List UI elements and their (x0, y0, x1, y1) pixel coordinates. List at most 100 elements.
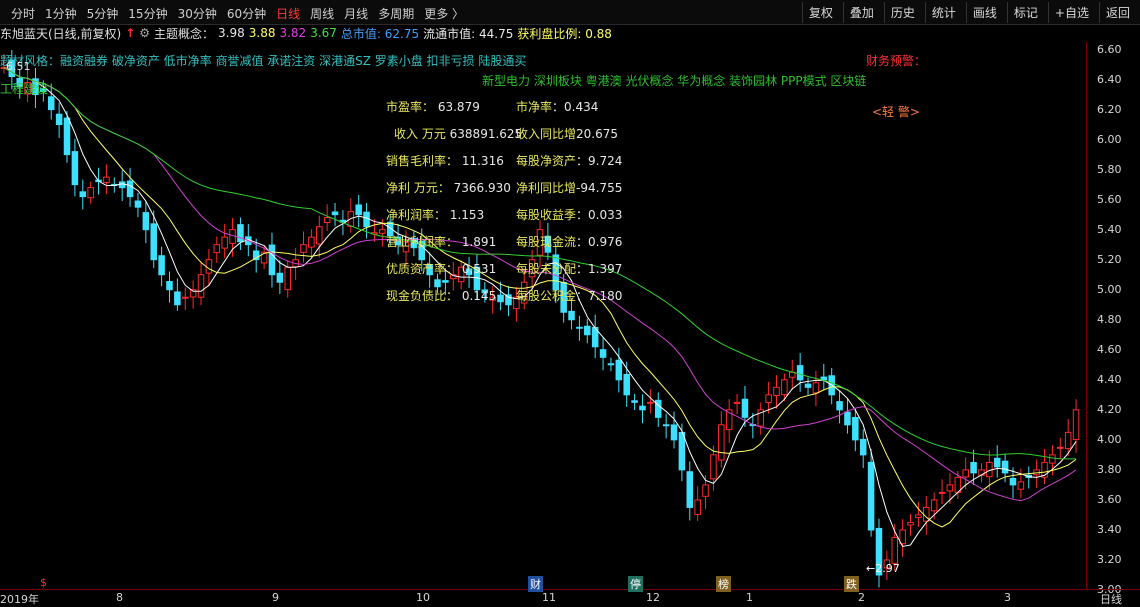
tab-2[interactable]: 5分钟 (82, 3, 124, 24)
fund-val-1: 7366.930 (453, 181, 511, 195)
fund-row-4-b: 每股收益季：0.033 (516, 206, 622, 223)
fund-key-2: 市净率 (516, 100, 553, 114)
candle-body (284, 266, 291, 291)
fund-row-3: 净利 万元： 7366.930 (386, 179, 511, 196)
stock-title[interactable]: 东旭蓝天(日线,前复权) (0, 25, 121, 42)
settings-icon[interactable]: ⚙ (139, 26, 150, 40)
candle-body (71, 151, 79, 186)
candle-body (300, 244, 307, 253)
candle-body (930, 499, 938, 512)
tab-6[interactable]: 日线 (271, 3, 305, 24)
candle-body (993, 457, 1001, 468)
tool-button-5[interactable]: 标记 (1006, 2, 1044, 23)
period-toolbar: 分时 1分钟 5分钟 15分钟 30分钟 60分钟 日线 周线 月线 多周期 更多 〉 复权 叠加 历史… (0, 0, 1140, 25)
candle-body (781, 379, 788, 396)
tab-7[interactable]: 周线 (305, 3, 339, 24)
fund-val-2: ：9.724 (576, 154, 623, 168)
fund-val-2: 20.675 (576, 127, 619, 141)
price-tick: 6.20 (1097, 102, 1122, 116)
candle-body (844, 411, 851, 426)
time-tick: 8 (116, 591, 123, 604)
value-4: 3.67 (310, 26, 337, 40)
tab-10[interactable]: 更多 〉 (419, 3, 469, 24)
tool-button-6[interactable]: +自选 (1047, 2, 1095, 23)
tool-button-7[interactable]: 返回 (1098, 2, 1136, 23)
tab-9[interactable]: 多周期 (373, 3, 419, 24)
fund-row-2: 销售毛利率： 11.316 (386, 152, 504, 169)
fund-val-2: ：0.976 (576, 235, 623, 249)
candle-body (87, 187, 94, 199)
fund-val-1: 1.153 (449, 208, 485, 222)
price-tick: 5.00 (1097, 282, 1122, 296)
tool-button-2[interactable]: 历史 (883, 2, 921, 23)
price-tick: 5.20 (1097, 252, 1122, 266)
fund-row-3-b: 净利同比增-94.755 (516, 179, 622, 196)
theme-label[interactable]: 主题概念： (154, 25, 214, 42)
price-tick: 5.40 (1097, 222, 1122, 236)
fund-key-2: 每股未分配 (516, 262, 577, 276)
time-tick: 1 (746, 591, 753, 604)
fund-key-1: 市盈率： (386, 100, 435, 114)
low-price-value: 2.97 (875, 562, 900, 575)
tool-button-3[interactable]: 统计 (924, 2, 962, 23)
fund-row-6-b: 每股未分配：1.397 (516, 260, 622, 277)
value-3: 3.82 (279, 26, 307, 40)
candle-body (733, 401, 741, 404)
candle-body (1072, 409, 1080, 441)
finance-warning-title: 财务预警： (866, 54, 927, 68)
candle-body (741, 398, 749, 418)
price-tick: 5.80 (1097, 162, 1122, 176)
candle-body (804, 383, 812, 388)
tool-button-0[interactable]: 复权 (801, 2, 839, 23)
period-tabs: 分时 1分钟 5分钟 15分钟 30分钟 60分钟 日线 周线 月线 多周期 更多 〉 (6, 3, 469, 24)
marker-dollar[interactable]: $ (38, 576, 49, 589)
candle-body (55, 113, 63, 126)
tab-1[interactable]: 1分钟 (40, 3, 82, 24)
candle-body (1001, 460, 1009, 474)
candle-body (174, 291, 181, 306)
fund-key-1: 净利润率： (386, 208, 447, 222)
tab-0[interactable]: 分时 (6, 3, 40, 24)
marker-drop[interactable]: 跌 (844, 576, 859, 592)
candle-body (631, 400, 638, 403)
candle-body (79, 191, 87, 198)
fund-val-1: 0.145 (461, 289, 497, 303)
marker-finance[interactable]: 财 (528, 576, 543, 592)
candle-body (765, 394, 772, 403)
fund-val-2: ：7.180 (576, 289, 623, 303)
low-price-label: ←2.97 (866, 562, 900, 575)
candle-body (907, 521, 914, 526)
tab-3[interactable]: 15分钟 (123, 3, 172, 24)
candle-body (852, 416, 859, 441)
fund-row-5: 营业利润率： 1.891 (386, 233, 496, 250)
candle-body (867, 461, 875, 531)
value-1: 3.98 (218, 26, 245, 40)
candle-body (134, 200, 142, 208)
candle-body (118, 181, 126, 189)
fund-key-2: 每股收益季 (516, 208, 577, 222)
candle-body (599, 349, 607, 358)
candle-body (812, 382, 820, 394)
candle-body (946, 484, 954, 492)
candle-body (63, 117, 71, 156)
tab-4[interactable]: 30分钟 (173, 3, 222, 24)
candle-body (1049, 454, 1056, 464)
tab-5[interactable]: 60分钟 (222, 3, 271, 24)
time-tick: 3 (1004, 591, 1011, 604)
candle-body (205, 259, 213, 274)
info-bar: 东旭蓝天(日线,前复权) ↑ ⚙ 主题概念： 3.98 3.88 3.82 3.… (0, 25, 616, 41)
candle-body (584, 325, 591, 336)
candle-body (268, 244, 276, 276)
candle-body (670, 424, 678, 441)
tab-8[interactable]: 月线 (339, 3, 373, 24)
marker-suspend[interactable]: 停 (628, 576, 643, 592)
tool-button-4[interactable]: 画线 (965, 2, 1003, 23)
tool-button-1[interactable]: 叠加 (842, 2, 880, 23)
candle-body (623, 373, 630, 396)
candle-body (434, 279, 441, 288)
candle-body (142, 212, 150, 231)
marker-rank[interactable]: 榜 (716, 576, 731, 592)
time-tick: 2 (858, 591, 865, 604)
candle-body (1057, 446, 1064, 449)
candle-body (150, 223, 157, 261)
